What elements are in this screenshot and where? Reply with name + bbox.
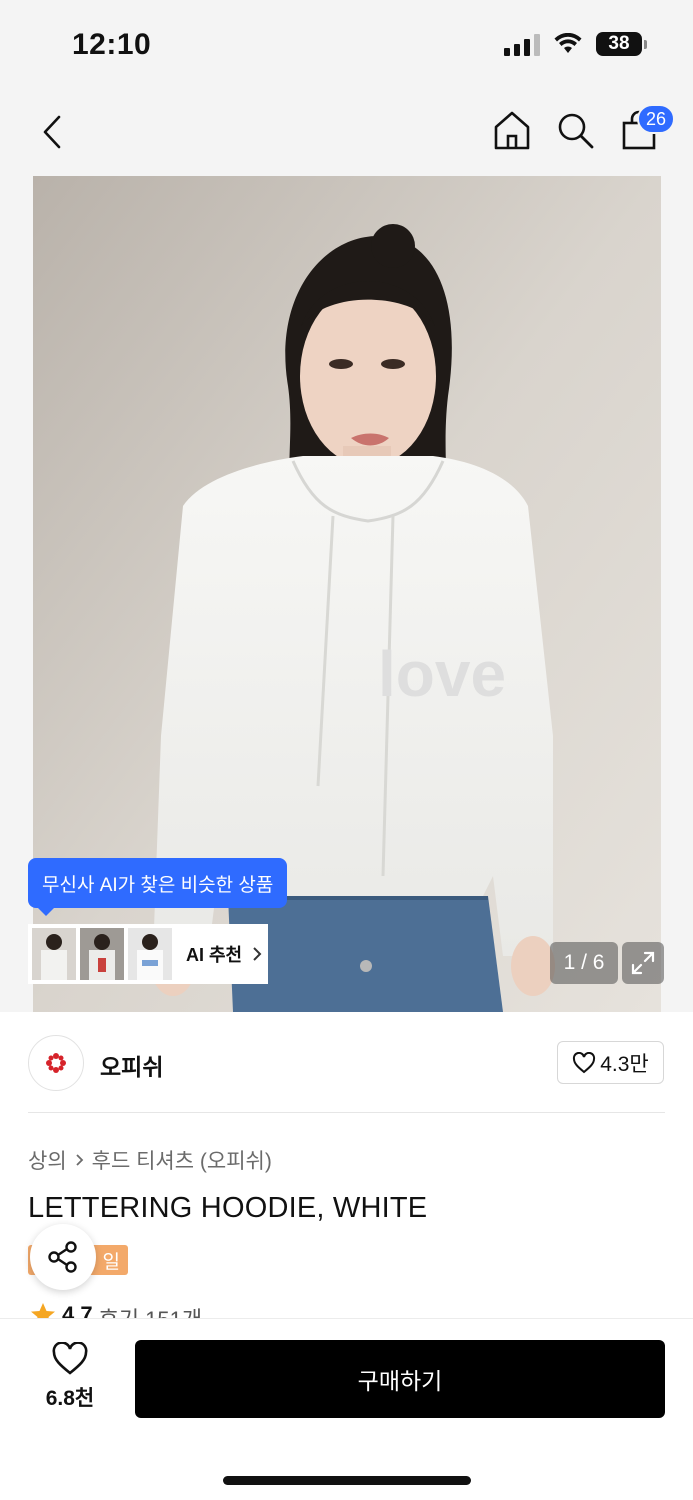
back-button[interactable] (34, 108, 70, 156)
search-button[interactable] (553, 106, 597, 154)
wishlist-button[interactable]: 6.8천 (30, 1342, 110, 1418)
breadcrumb: 상의 후드 티셔츠 (오피쉬) (28, 1145, 272, 1175)
back-icon (43, 115, 61, 149)
home-icon (494, 111, 530, 150)
home-indicator (223, 1476, 471, 1485)
ai-thumbnail[interactable] (32, 928, 76, 980)
buy-button[interactable]: 구매하기 (135, 1340, 665, 1418)
breadcrumb-subcategory[interactable]: 후드 티셔츠 (오피쉬) (92, 1145, 272, 1175)
brand-like-count: 4.3만 (600, 1052, 649, 1076)
ai-recommend-label: AI 추천 (186, 945, 243, 965)
wifi-icon (554, 33, 582, 53)
ai-recommend-strip[interactable]: AI 추천 (28, 924, 268, 984)
ai-thumbnail[interactable] (128, 928, 172, 980)
brand-name[interactable]: 오피쉬 (100, 1048, 163, 1082)
heart-icon (52, 1342, 88, 1375)
brand-logo-mark (46, 1053, 66, 1073)
share-icon (48, 1241, 77, 1273)
expand-icon (631, 951, 655, 975)
share-button[interactable] (30, 1224, 96, 1290)
heart-icon (573, 1051, 596, 1073)
status-icons: 38 (504, 32, 647, 56)
battery-level: 38 (608, 33, 630, 54)
divider (28, 1112, 665, 1113)
chevron-right-icon (253, 947, 262, 961)
home-button[interactable] (490, 106, 534, 154)
status-bar: 12:10 38 (0, 0, 693, 92)
cellular-signal-icon (504, 32, 540, 56)
brand-like-button[interactable]: 4.3만 (557, 1041, 664, 1084)
chevron-right-icon (76, 1154, 83, 1166)
brand-logo[interactable] (28, 1035, 84, 1091)
breadcrumb-category[interactable]: 상의 (28, 1145, 67, 1175)
product-title: LETTERING HOODIE, WHITE (28, 1192, 428, 1224)
ai-bubble-tail (36, 906, 56, 916)
battery-icon: 38 (596, 32, 642, 56)
wishlist-count: 6.8천 (45, 1387, 95, 1410)
cart-count-badge: 26 (637, 104, 675, 134)
ai-similar-products-bubble[interactable]: 무신사 AI가 찾은 비슷한 상품 (28, 858, 288, 908)
image-counter: 1 / 6 (550, 942, 618, 984)
status-time: 12:10 (72, 28, 152, 61)
search-icon (558, 113, 594, 149)
svg-text:love: love (378, 638, 506, 710)
expand-image-button[interactable] (622, 942, 664, 984)
ai-thumbnail[interactable] (80, 928, 124, 980)
